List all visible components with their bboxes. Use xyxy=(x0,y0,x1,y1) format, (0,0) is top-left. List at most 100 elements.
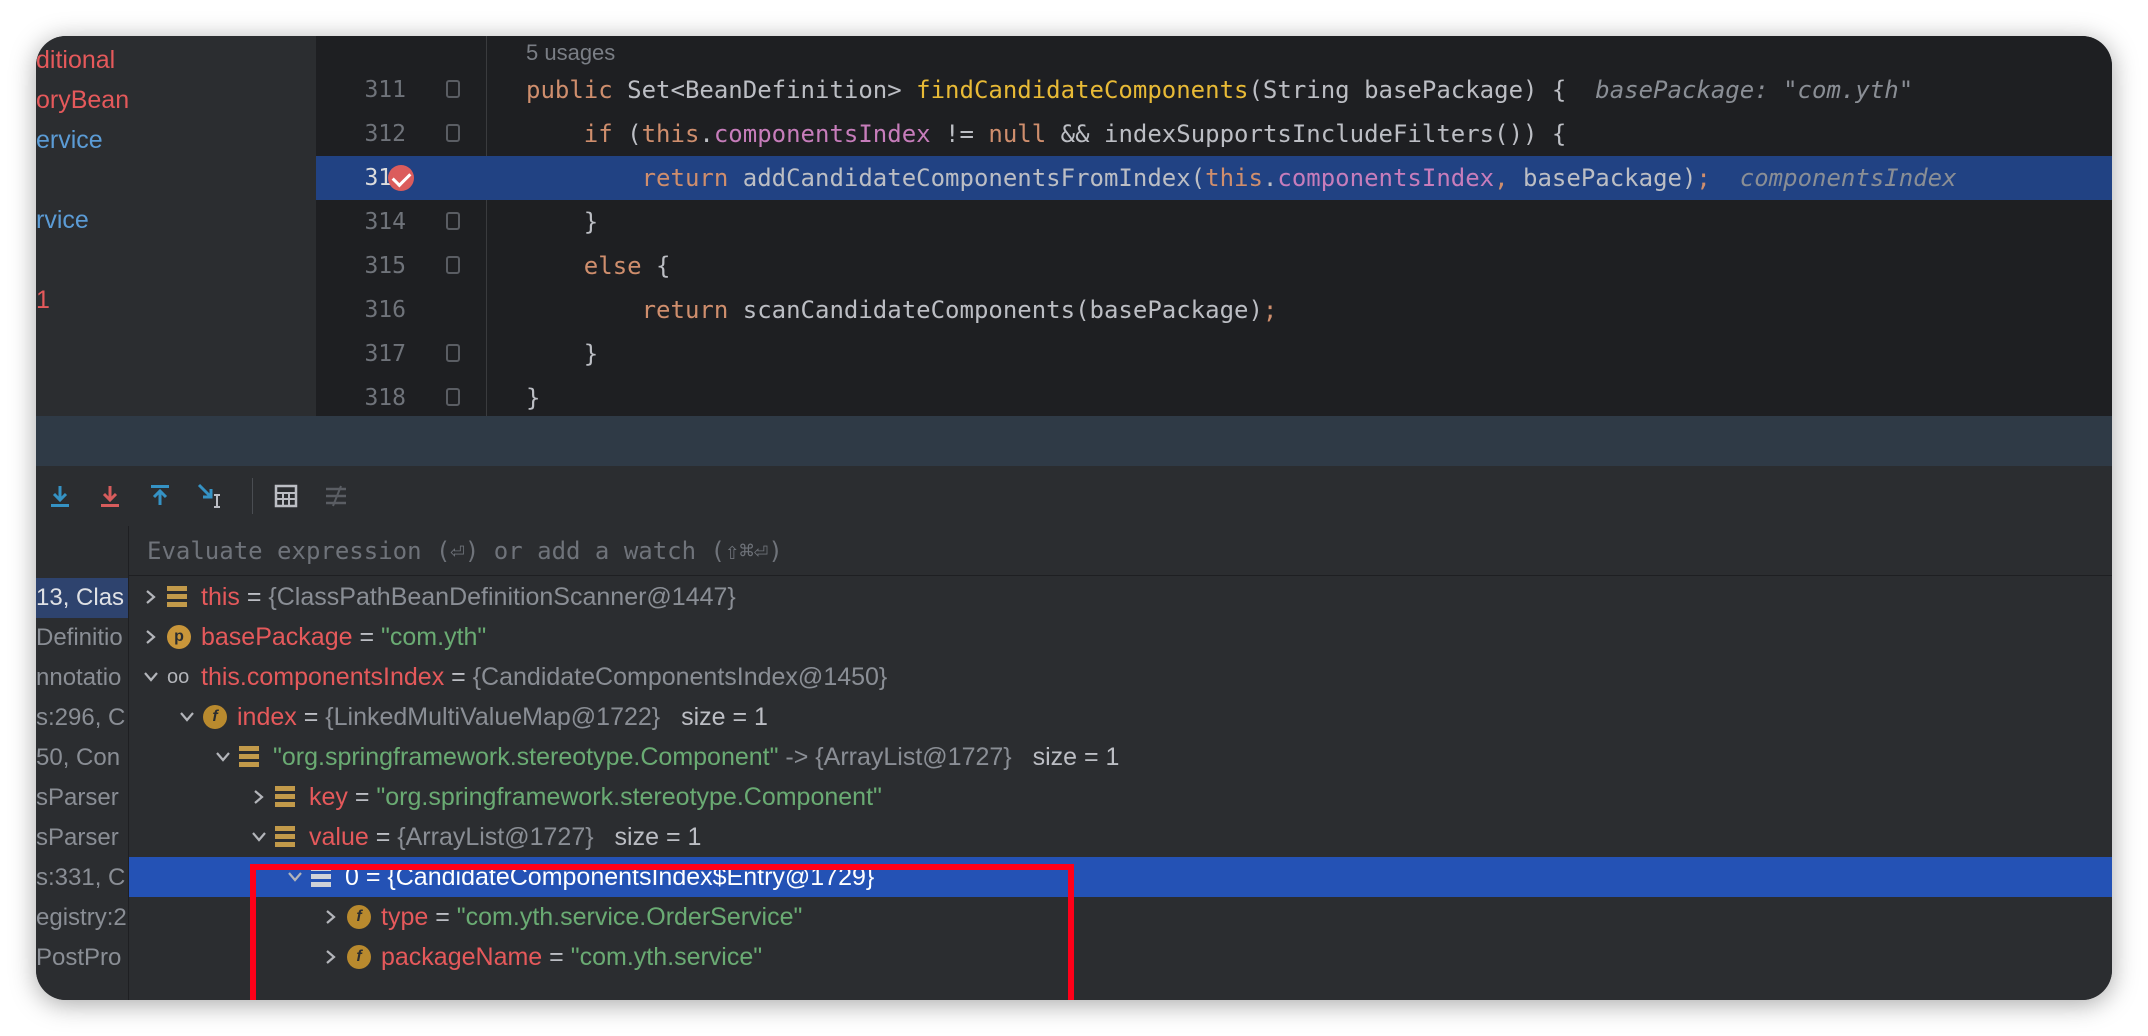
chevron-down-icon[interactable] xyxy=(177,697,197,737)
fold-marker-icon[interactable] xyxy=(446,212,460,230)
chevron-right-icon[interactable] xyxy=(321,937,341,977)
object-icon xyxy=(275,786,295,808)
variable-name: this xyxy=(201,583,240,611)
field-icon: f xyxy=(347,905,371,929)
variable-row[interactable]: value = {ArrayList@1727} size = 1 xyxy=(129,817,2112,857)
evaluate-expression-icon[interactable] xyxy=(270,480,302,512)
stack-frame-item[interactable]: 50, Con xyxy=(36,738,128,778)
stack-frame-item[interactable]: Definitio xyxy=(36,618,128,658)
variable-name: 0 xyxy=(345,863,359,891)
variable-name: this.componentsIndex xyxy=(201,663,445,691)
stack-frame-item[interactable]: egistry:2 xyxy=(36,898,128,938)
fold-marker-icon[interactable] xyxy=(446,256,460,274)
fold-marker-icon[interactable] xyxy=(446,80,460,98)
fold-marker-icon[interactable] xyxy=(446,344,460,362)
stack-frame-item[interactable]: s:331, C xyxy=(36,858,128,898)
project-tree-item[interactable]: 1 xyxy=(36,286,50,315)
variable-name: basePackage xyxy=(201,623,353,651)
variable-name: packageName xyxy=(381,943,543,971)
variable-name: key xyxy=(309,783,348,811)
code-token: addCandidateComponentsFromIndex( xyxy=(742,164,1206,192)
code-line[interactable]: 318} xyxy=(316,376,2112,420)
variable-row[interactable]: f type = "com.yth.service.OrderService" xyxy=(129,897,2112,937)
code-token: } xyxy=(526,340,599,368)
project-panel: ditional oryBean ervice rvice 1 xyxy=(36,36,316,416)
line-number[interactable]: 314 xyxy=(316,200,406,244)
equals-sign: = xyxy=(428,903,457,931)
stack-frame-item[interactable]: sParser xyxy=(36,818,128,858)
chevron-right-icon[interactable] xyxy=(249,777,269,817)
step-out-icon[interactable] xyxy=(144,480,176,512)
project-tree-item[interactable]: rvice xyxy=(36,206,89,235)
variable-row[interactable]: oo this.componentsIndex = {CandidateCompo… xyxy=(129,657,2112,697)
code-line[interactable]: 312 if (this.componentsIndex != null && … xyxy=(316,112,2112,156)
stack-frame-item[interactable]: s:296, C xyxy=(36,698,128,738)
run-to-cursor-icon[interactable] xyxy=(194,480,226,512)
usages-hint[interactable]: 5 usages xyxy=(526,40,615,66)
code-text: } xyxy=(526,376,540,420)
line-number[interactable]: 312 xyxy=(316,112,406,156)
code-token: ; xyxy=(1262,296,1278,324)
variable-row[interactable]: this = {ClassPathBeanDefinitionScanner@1… xyxy=(129,577,2112,617)
code-line[interactable]: 314 } xyxy=(316,200,2112,244)
object-icon xyxy=(167,586,187,608)
stack-frame-item[interactable]: nnotatio xyxy=(36,658,128,698)
code-token: componentsIndex xyxy=(713,120,931,148)
stack-frame-item[interactable]: 13, Clas xyxy=(36,578,128,618)
step-into-icon[interactable] xyxy=(94,480,126,512)
variable-row[interactable]: 0 = {CandidateComponentsIndex$Entry@1729… xyxy=(129,857,2112,897)
trace-icon[interactable] xyxy=(320,480,352,512)
code-token: { xyxy=(656,252,671,280)
code-line[interactable]: 315 else { xyxy=(316,244,2112,288)
variable-value: "org.springframework.stereotype.Componen… xyxy=(273,743,1012,771)
line-number[interactable]: 315 xyxy=(316,244,406,288)
fold-marker-icon[interactable] xyxy=(446,388,460,406)
step-over-icon[interactable] xyxy=(44,480,76,512)
code-token: componentsIndex xyxy=(1710,164,1957,192)
code-line[interactable]: 311 public Set<BeanDefinition> findCandid… xyxy=(316,68,2112,112)
stack-frame-item[interactable]: sParser xyxy=(36,778,128,818)
code-token: ( xyxy=(627,120,642,148)
breakpoint-icon[interactable] xyxy=(388,165,414,191)
equals-sign: = xyxy=(358,863,388,891)
code-line[interactable]: 313 return addCandidateComponentsFromInd… xyxy=(316,156,2112,200)
equals-sign: = xyxy=(542,943,571,971)
code-token: this xyxy=(641,120,700,148)
code-text: } xyxy=(526,332,598,376)
variable-row[interactable]: key = "org.springframework.stereotype.Co… xyxy=(129,777,2112,817)
line-number[interactable]: 311 xyxy=(316,68,406,112)
map-value: -> {ArrayList@1727} xyxy=(778,743,1012,771)
variable-row[interactable]: p basePackage = "com.yth" xyxy=(129,617,2112,657)
code-token: . xyxy=(699,120,714,148)
project-tree-item[interactable]: ditional xyxy=(36,46,115,75)
chevron-down-icon[interactable] xyxy=(249,817,269,857)
fold-marker-icon[interactable] xyxy=(446,124,460,142)
code-line[interactable]: 316 return scanCandidateComponents(baseP… xyxy=(316,288,2112,332)
variable-name: type xyxy=(381,903,429,931)
line-number[interactable]: 316 xyxy=(316,288,406,332)
chevron-right-icon[interactable] xyxy=(141,577,161,617)
object-icon xyxy=(239,746,259,768)
chevron-right-icon[interactable] xyxy=(321,897,341,937)
chevron-right-icon[interactable] xyxy=(141,617,161,657)
object-icon xyxy=(311,866,331,888)
chevron-down-icon[interactable] xyxy=(213,737,233,777)
evaluate-expression-input[interactable]: Evaluate expression (⏎) or add a watch (… xyxy=(129,526,2112,576)
variable-row[interactable]: "org.springframework.stereotype.Componen… xyxy=(129,737,2112,777)
code-token: scanCandidateComponents(basePackage) xyxy=(742,296,1263,324)
frames-list: 13, Clas Definitio nnotatio s:296, C 50, Con… xyxy=(36,526,129,1000)
line-number[interactable]: 317 xyxy=(316,332,406,376)
variable-row[interactable]: f index = {LinkedMultiValueMap@1722} size… xyxy=(129,697,2112,737)
chevron-down-icon[interactable] xyxy=(141,657,161,697)
stack-frame-item[interactable]: PostPro xyxy=(36,938,128,978)
code-token: } xyxy=(526,208,599,236)
line-number[interactable]: 318 xyxy=(316,376,406,420)
code-editor[interactable]: 5 usages 311 public Set<BeanDefinition> f… xyxy=(316,36,2112,416)
project-tree-item[interactable]: oryBean xyxy=(36,86,129,115)
variable-row[interactable]: f packageName = "com.yth.service" xyxy=(129,937,2112,977)
chevron-down-icon[interactable] xyxy=(285,857,305,897)
project-tree-item[interactable]: ervice xyxy=(36,126,103,155)
variable-text: basePackage = "com.yth" xyxy=(201,617,486,657)
variable-text: key = "org.springframework.stereotype.Co… xyxy=(309,777,882,817)
code-line[interactable]: 317 } xyxy=(316,332,2112,376)
